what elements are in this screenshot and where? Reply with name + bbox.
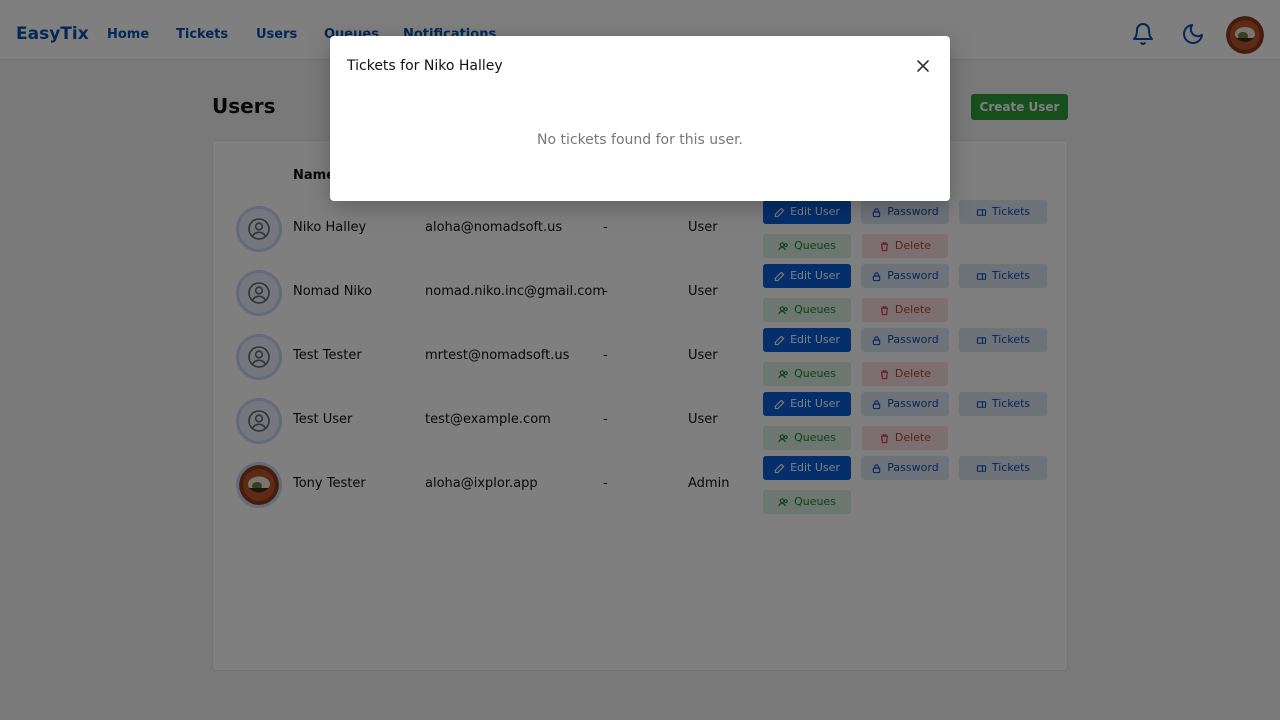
empty-state-message: No tickets found for this user.	[537, 132, 743, 148]
modal-close-button[interactable]	[912, 55, 934, 77]
close-icon	[917, 60, 929, 72]
modal-title: Tickets for Niko Halley	[347, 58, 503, 74]
user-tickets-modal: Tickets for Niko Halley No tickets found…	[330, 36, 950, 201]
